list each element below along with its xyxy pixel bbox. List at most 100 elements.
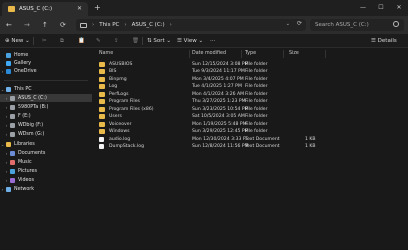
text-file-icon	[99, 144, 104, 149]
navigation-pane: Home Gallery › OneDrive ⌄ This PC › ASUS…	[0, 48, 92, 250]
chevron-right-icon[interactable]: ›	[4, 151, 9, 156]
column-divider[interactable]	[325, 50, 326, 58]
sidebar-item-onedrive[interactable]: › OneDrive	[0, 67, 92, 75]
documents-icon	[10, 150, 15, 156]
address-bar[interactable]: › This PC › ASUS_C (C:) › ⌄ ⟳	[76, 19, 306, 31]
column-divider[interactable]	[283, 50, 284, 58]
back-button[interactable]: ←	[6, 19, 12, 31]
file-name: audio.log	[109, 136, 131, 142]
up-button[interactable]: ↑	[42, 19, 48, 31]
file-explorer-window: ASUS_C (C:) ✕ + — ☐ ✕ ← → ↑ ⟳ › This PC …	[0, 0, 408, 250]
folder-icon	[99, 106, 105, 112]
file-type: File folder	[245, 114, 268, 119]
file-date: Sun 12/15/2024 3:08 PM	[192, 61, 249, 67]
chevron-down-icon[interactable]: ⌄	[0, 142, 5, 147]
paste-icon[interactable]: 📋	[78, 36, 85, 46]
file-date: Thu 3/27/2025 1:23 PM	[192, 99, 246, 104]
chevron-right-icon[interactable]: ›	[4, 178, 9, 183]
breadcrumb-drive[interactable]: ASUS_C (C:)	[132, 22, 165, 28]
chevron-right-icon[interactable]: ›	[4, 105, 9, 110]
close-window-button[interactable]: ✕	[390, 0, 408, 16]
chevron-right-icon[interactable]: ›	[0, 69, 5, 74]
chevron-right-icon[interactable]: ›	[4, 96, 9, 101]
breadcrumb-separator: ›	[124, 22, 127, 28]
file-name: Voiceover	[109, 121, 132, 127]
address-row: ← → ↑ ⟳ › This PC › ASUS_C (C:) › ⌄ ⟳ Se…	[0, 16, 408, 34]
file-name: Log	[109, 84, 118, 89]
sidebar-item-gallery[interactable]: Gallery	[0, 59, 92, 67]
sidebar-item-drive-e[interactable]: › F (E:)	[0, 112, 92, 120]
sidebar-item-drive-g[interactable]: › WDsm (G:)	[0, 130, 92, 138]
maximize-button[interactable]: ☐	[372, 0, 390, 16]
sidebar-item-drive-b[interactable]: › 5980PTa (B:)	[0, 103, 92, 111]
chevron-right-icon[interactable]: ›	[4, 169, 9, 174]
sidebar-item-documents[interactable]: › Documents	[0, 149, 92, 157]
pc-icon	[80, 22, 87, 28]
table-row[interactable]: DumpStack.log Sun 12/8/2024 11:56 PM Text …	[93, 143, 408, 151]
column-header-name[interactable]: Name	[99, 51, 113, 56]
chevron-down-icon[interactable]: ⌄	[286, 21, 290, 27]
pc-icon	[6, 86, 11, 92]
cut-icon[interactable]: ✂	[42, 36, 47, 46]
file-date: Tue 4/1/2025 1:27 PM	[192, 84, 242, 89]
videos-icon	[10, 177, 15, 183]
tab-asus-c[interactable]: ASUS_C (C:) ✕	[2, 2, 88, 16]
sidebar-item-this-pc[interactable]: ⌄ This PC	[0, 85, 92, 93]
chevron-right-icon[interactable]: ›	[0, 187, 5, 192]
drive-icon	[10, 104, 15, 110]
sidebar-item-drive-f[interactable]: › WDbig (F:)	[0, 121, 92, 129]
pictures-icon	[10, 168, 15, 174]
sidebar-divider	[4, 80, 88, 81]
more-options-button[interactable]: ···	[210, 36, 215, 46]
file-type: Text Document	[245, 144, 280, 149]
folder-icon	[99, 84, 105, 89]
sidebar-item-pictures[interactable]: › Pictures	[0, 167, 92, 175]
delete-icon[interactable]: 🗑	[132, 36, 139, 46]
tab-title: ASUS_C (C:)	[19, 6, 53, 12]
window-controls: — ☐ ✕	[354, 0, 408, 16]
new-button[interactable]: ⊕ New ⌄	[5, 36, 30, 46]
copy-icon[interactable]: ⧉	[60, 36, 64, 46]
column-header-type[interactable]: Type	[245, 51, 256, 56]
sidebar-item-network[interactable]: › Network	[0, 185, 92, 193]
breadcrumb-this-pc[interactable]: This PC	[99, 22, 119, 28]
share-icon[interactable]: ⇪	[114, 36, 119, 46]
file-size: 1 KB	[305, 144, 316, 149]
chevron-right-icon[interactable]: ›	[4, 160, 9, 165]
drive-icon	[10, 122, 15, 128]
sidebar-item-asus-c[interactable]: › ASUS_C (C:)	[0, 94, 92, 102]
minimize-button[interactable]: —	[354, 0, 372, 16]
folder-icon	[8, 6, 15, 12]
chevron-down-icon[interactable]: ⌄	[0, 87, 5, 92]
sort-button[interactable]: ⇅ Sort ⌄	[147, 36, 171, 46]
column-header-size[interactable]: Size	[289, 51, 299, 56]
forward-button[interactable]: →	[24, 19, 30, 31]
music-icon	[10, 159, 15, 165]
new-tab-button[interactable]: +	[94, 3, 101, 12]
file-date: Sun 3/29/2025 12:45 PM	[192, 129, 249, 134]
gallery-icon	[6, 60, 11, 66]
column-header-date[interactable]: Date modified	[192, 51, 226, 56]
view-button[interactable]: ☰ View ⌄	[177, 36, 203, 46]
sidebar-item-videos[interactable]: › Videos	[0, 176, 92, 184]
home-icon	[6, 52, 11, 58]
chevron-right-icon[interactable]: ›	[4, 132, 9, 137]
chevron-right-icon[interactable]: ›	[4, 123, 9, 128]
status-bar	[0, 242, 408, 250]
file-type: Text Document	[245, 136, 280, 142]
rename-icon[interactable]: ✎	[96, 36, 101, 46]
sidebar-item-music[interactable]: › Music	[0, 158, 92, 166]
sidebar-item-libraries[interactable]: ⌄ Libraries	[0, 140, 92, 148]
file-date: Mon 3/4/2025 4:07 PM	[192, 76, 244, 82]
close-tab-icon[interactable]: ✕	[77, 5, 82, 12]
column-divider[interactable]	[189, 50, 190, 58]
column-divider[interactable]	[241, 50, 242, 58]
search-input[interactable]: Search ASUS_C (C:)	[310, 19, 404, 31]
sidebar-item-home[interactable]: Home	[0, 51, 92, 59]
file-type: File folder	[245, 91, 268, 97]
chevron-right-icon[interactable]: ›	[4, 114, 9, 119]
file-name: BIS	[109, 69, 117, 74]
details-pane-button[interactable]: ☰ Details	[371, 36, 397, 46]
address-refresh-icon[interactable]: ⟳	[297, 20, 302, 27]
refresh-button[interactable]: ⟳	[60, 19, 66, 31]
